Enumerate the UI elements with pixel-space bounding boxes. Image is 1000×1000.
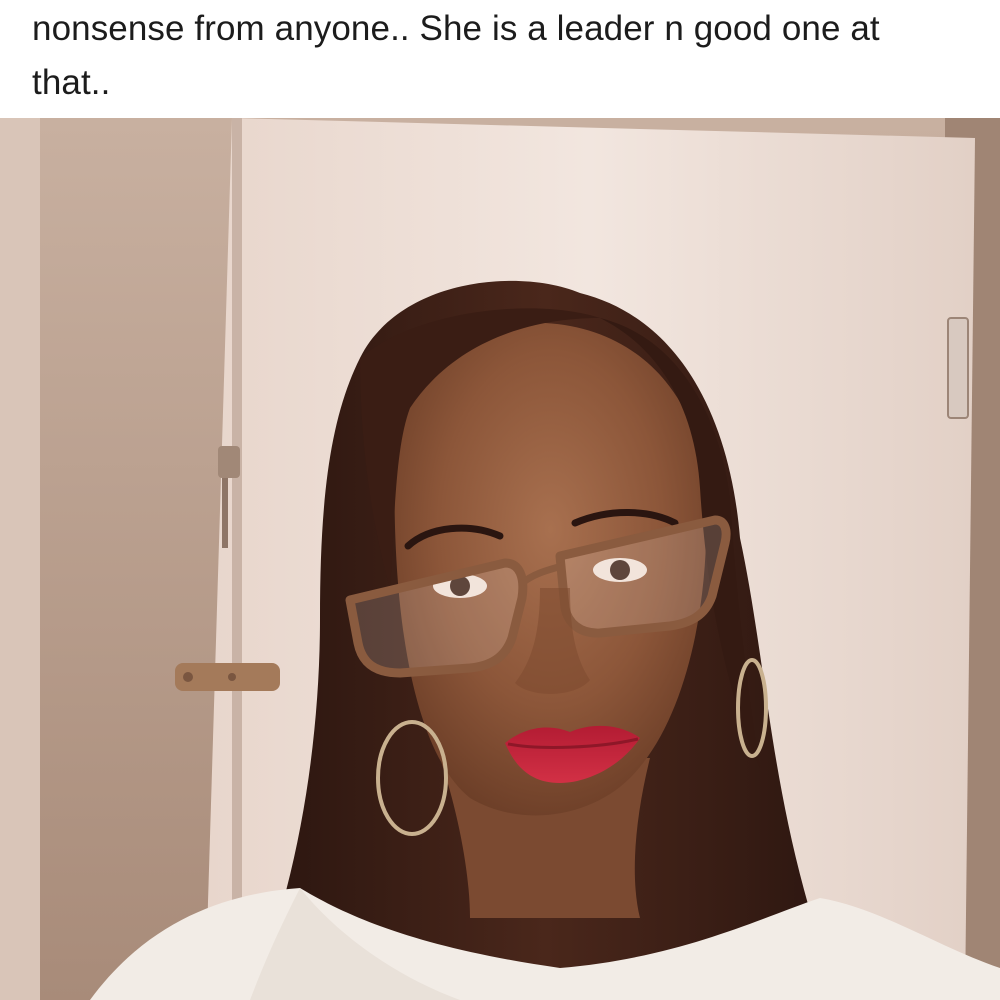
caption-text: nonsense from anyone.. She is a leader n…: [32, 9, 880, 102]
post-photo[interactable]: [0, 118, 1000, 1000]
portrait-illustration: [0, 118, 1000, 1000]
latch-rod: [222, 478, 228, 548]
door-hinge: [947, 317, 969, 419]
bolt-screw-center: [228, 673, 236, 681]
bolt-screw-left: [183, 672, 193, 682]
door-edge: [232, 118, 242, 1000]
door-latch: [218, 446, 240, 478]
left-wall-edge: [0, 118, 40, 1000]
post-caption: nonsense from anyone.. She is a leader n…: [0, 0, 1000, 118]
